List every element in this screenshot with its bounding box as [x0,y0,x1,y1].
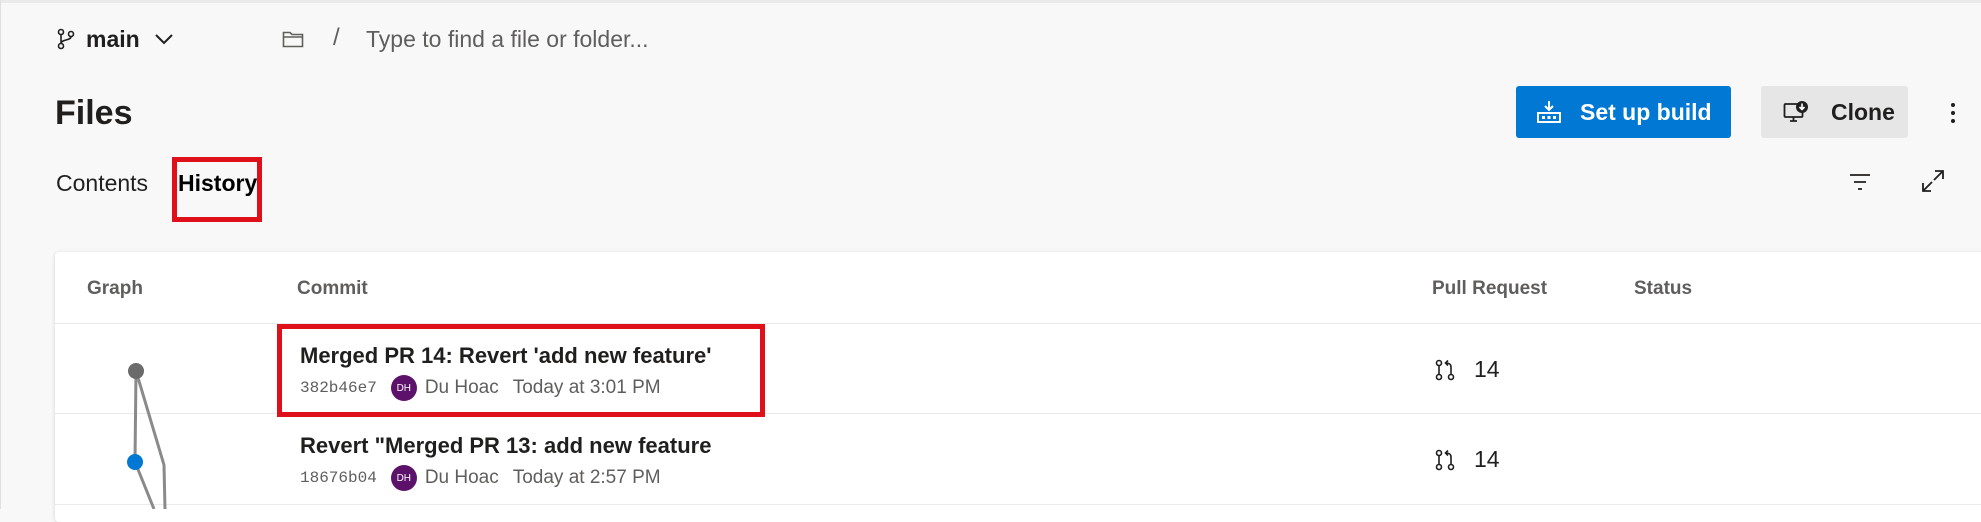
git-branch-icon [57,28,75,50]
pull-request-icon [1435,449,1455,470]
tab-contents[interactable]: Contents [56,170,148,197]
more-dot-icon [1951,103,1955,107]
chevron-down-icon [154,34,173,45]
pull-request-number: 14 [1474,446,1500,472]
set-up-build-button[interactable]: Set up build [1516,86,1731,138]
top-border [0,0,1981,3]
clone-button[interactable]: Clone [1761,86,1908,138]
left-border [0,0,1,509]
expand-icon[interactable] [1921,169,1945,193]
more-actions-button[interactable] [1945,96,1961,130]
file-search-input[interactable] [366,22,966,56]
path-separator: / [333,24,340,51]
commit-time: Today at 2:57 PM [512,467,661,488]
table-row[interactable]: Revert "Merged PR 13: add new feature 18… [300,433,711,491]
set-up-build-label: Set up build [1580,98,1712,125]
branch-selector[interactable]: main [56,24,174,54]
more-dot-icon [1951,119,1955,123]
graph-node [128,363,144,379]
highlight-box-history [172,157,262,222]
row-divider [55,504,1981,505]
column-header-graph: Graph [87,278,143,299]
column-header-commit: Commit [297,278,368,299]
clone-label: Clone [1831,98,1895,125]
graph-node [127,454,143,470]
pull-request-link[interactable]: 14 [1434,356,1500,383]
column-header-status: Status [1634,278,1693,299]
pull-request-link[interactable]: 14 [1434,446,1500,473]
pull-request-icon [1435,359,1455,380]
folder-icon [282,31,304,48]
commit-meta: 18676b04 DH Du Hoac Today at 2:57 PM [300,465,711,491]
more-dot-icon [1951,111,1955,115]
filter-icon[interactable] [1849,172,1871,192]
pull-request-number: 14 [1474,356,1500,382]
clone-monitor-icon [1783,101,1808,122]
commit-title[interactable]: Revert "Merged PR 13: add new feature [300,433,711,459]
column-header-pull-request: Pull Request [1432,278,1548,299]
avatar: DH [390,465,417,491]
build-pipeline-icon [1537,101,1561,123]
highlight-box-commit [277,324,765,417]
commit-author: Du Hoac [424,467,499,488]
branch-name: main [86,25,140,52]
commit-hash[interactable]: 18676b04 [300,469,377,487]
page-title: Files [55,94,133,132]
commit-graph [127,363,167,509]
